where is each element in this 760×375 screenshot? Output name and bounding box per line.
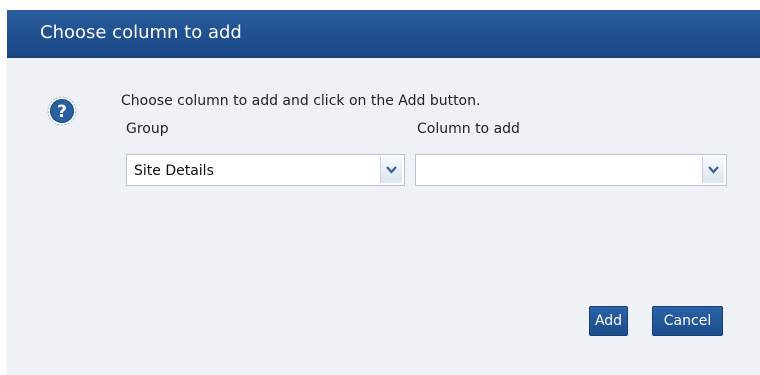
choose-column-dialog: Choose column to add ? Choose column to … [7, 10, 760, 375]
column-to-add-label: Column to add [417, 121, 520, 137]
add-button[interactable]: Add [589, 306, 628, 336]
instruction-text: Choose column to add and click on the Ad… [121, 93, 481, 109]
svg-text:?: ? [57, 102, 67, 122]
cancel-button[interactable]: Cancel [652, 306, 723, 336]
dialog-title-bar[interactable]: Choose column to add [7, 10, 760, 58]
group-select-value: Site Details [134, 163, 214, 179]
chevron-down-icon[interactable] [702, 157, 724, 183]
question-mark-icon: ? [47, 96, 77, 126]
group-label: Group [126, 121, 169, 137]
group-select[interactable]: Site Details [126, 154, 405, 186]
dialog-title: Choose column to add [40, 22, 242, 43]
chevron-down-icon[interactable] [380, 157, 402, 183]
column-to-add-select[interactable] [415, 154, 727, 186]
